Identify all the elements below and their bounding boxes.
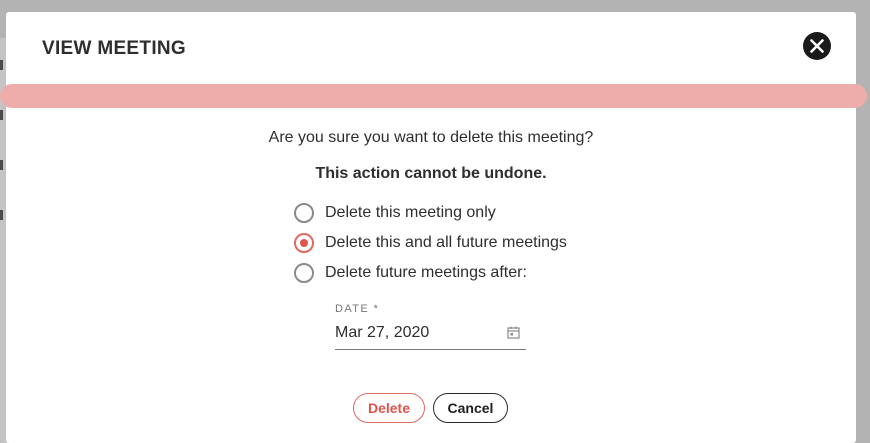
option-label: Delete this and all future meetings (325, 234, 567, 251)
radio-button[interactable] (294, 263, 314, 283)
option-label: Delete this meeting only (325, 204, 496, 221)
background-text-fragment (0, 110, 3, 120)
background-text-fragment (0, 60, 3, 70)
date-field[interactable]: DATE * Mar 27, 2020 (335, 303, 526, 350)
date-field-value[interactable]: Mar 27, 2020 (335, 324, 429, 342)
option-delete-this-and-future[interactable]: Delete this and all future meetings (294, 232, 567, 254)
delete-meeting-dialog: VIEW MEETING (6, 12, 856, 443)
option-delete-future-after[interactable]: Delete future meetings after: (294, 262, 527, 284)
irreversible-warning: This action cannot be undone. (315, 165, 547, 182)
dialog-title: VIEW MEETING (42, 38, 186, 59)
cancel-button[interactable]: Cancel (433, 393, 508, 423)
calendar-icon[interactable] (507, 326, 520, 339)
radio-button-selected[interactable] (294, 233, 314, 253)
background-text-fragment (0, 210, 3, 220)
confirmation-question: Are you sure you want to delete this mee… (268, 129, 594, 146)
option-delete-this-only[interactable]: Delete this meeting only (294, 202, 496, 224)
close-button[interactable] (803, 32, 831, 60)
warning-bar (0, 84, 867, 108)
date-field-label: DATE * (335, 303, 380, 315)
delete-button[interactable]: Delete (353, 393, 425, 423)
radio-button[interactable] (294, 203, 314, 223)
close-icon (810, 39, 824, 53)
option-label: Delete future meetings after: (325, 264, 527, 281)
